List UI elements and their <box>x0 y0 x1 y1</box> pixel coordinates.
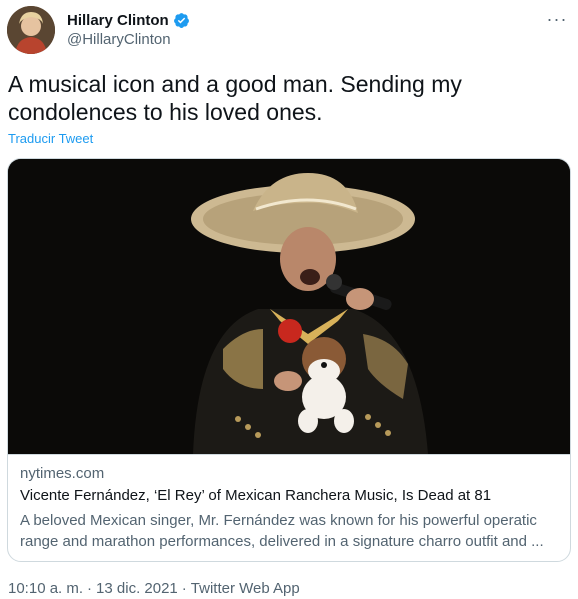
tweet-date[interactable]: 13 dic. 2021 <box>96 580 178 597</box>
more-options-icon[interactable]: ··· <box>546 8 568 30</box>
link-card[interactable]: nytimes.com Vicente Fernández, ‘El Rey’ … <box>7 158 571 562</box>
card-description: A beloved Mexican singer, Mr. Fernández … <box>20 512 544 550</box>
card-title: Vicente Fernández, ‘El Rey’ of Mexican R… <box>20 487 492 504</box>
avatar[interactable] <box>7 6 55 54</box>
meta-separator: · <box>87 580 93 597</box>
source-app-link[interactable]: Twitter Web App <box>191 580 300 597</box>
author-name-row: Hillary Clinton <box>67 10 190 30</box>
card-domain: nytimes.com <box>20 465 105 482</box>
tweet-container: Hillary Clinton @HillaryClinton ··· A mu… <box>0 0 578 599</box>
tweet-time[interactable]: 10:10 a. m. <box>8 580 83 597</box>
verified-badge-icon <box>173 12 190 29</box>
card-image <box>8 159 570 454</box>
tweet-metadata: 10:10 a. m. · 13 dic. 2021 · Twitter Web… <box>8 580 300 597</box>
author-handle[interactable]: @HillaryClinton <box>67 31 171 48</box>
author-name[interactable]: Hillary Clinton <box>67 12 169 29</box>
translate-tweet-link[interactable]: Traducir Tweet <box>8 131 93 146</box>
card-info: nytimes.com Vicente Fernández, ‘El Rey’ … <box>8 454 570 561</box>
meta-separator: · <box>181 580 187 597</box>
tweet-text: A musical icon and a good man. Sending m… <box>8 71 462 125</box>
